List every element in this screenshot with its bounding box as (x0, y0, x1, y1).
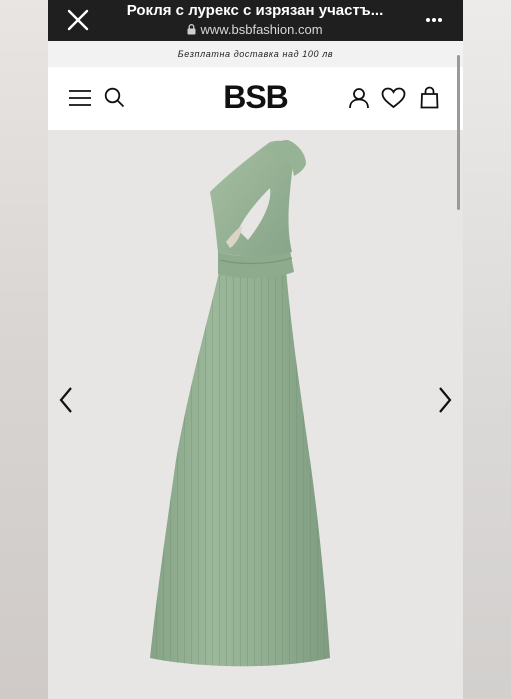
product-image-area (48, 130, 463, 699)
product-image-dress[interactable] (48, 130, 463, 699)
background-left (0, 0, 48, 699)
promo-banner: Безплатна доставка над 100 лв (48, 41, 463, 67)
phone-screen: Рокля с лурекс с изрязан участъ... www.b… (48, 0, 463, 699)
chevron-left-icon[interactable] (54, 384, 78, 416)
user-icon[interactable] (348, 87, 370, 109)
url-bar[interactable]: www.bsbfashion.com (110, 22, 400, 37)
close-icon[interactable] (66, 8, 90, 32)
more-icon[interactable] (425, 17, 443, 23)
background-right (463, 0, 511, 699)
page-title: Рокля с лурекс с изрязан участъ... (126, 2, 384, 19)
scrollbar[interactable] (457, 55, 460, 210)
heart-icon[interactable] (381, 87, 406, 109)
lock-icon (187, 24, 196, 35)
chevron-right-icon[interactable] (433, 384, 457, 416)
browser-top-bar: Рокля с лурекс с изрязан участъ... www.b… (48, 0, 463, 41)
url-text: www.bsbfashion.com (200, 22, 323, 37)
site-header: BSB (48, 67, 463, 130)
shopping-bag-icon[interactable] (420, 86, 439, 109)
